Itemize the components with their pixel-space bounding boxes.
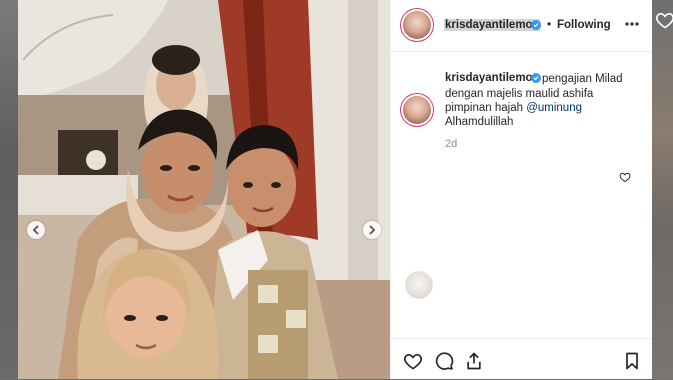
following-button[interactable]: Following <box>557 19 611 31</box>
background-feed-right <box>651 0 673 379</box>
caption-line-2: dengan majelis maulid ashifa <box>445 88 594 100</box>
caption-username[interactable]: krisdayantilemos <box>445 72 539 84</box>
commenter-avatar[interactable] <box>405 271 433 299</box>
post-side-panel: krisdayantilemos • Following krisdayanti… <box>390 0 652 379</box>
verified-badge-icon <box>531 73 541 83</box>
caption-line-3: pimpinan hajah @uminung <box>445 101 645 115</box>
background-feed-left <box>0 0 18 379</box>
caption-text: pengajian Milad dengan majelis maulid as… <box>445 73 645 129</box>
action-bar <box>391 338 652 380</box>
bookmark-icon[interactable] <box>622 351 642 371</box>
caption-line-3-text: pimpinan hajah <box>445 102 527 114</box>
caption-line-4: Alhamdulillah <box>445 116 514 128</box>
share-icon[interactable] <box>464 351 484 371</box>
author-username[interactable]: krisdayantilemos <box>444 19 540 31</box>
caption-author-avatar[interactable] <box>403 96 431 124</box>
post-photo[interactable] <box>18 0 390 379</box>
separator-dot: • <box>547 17 552 31</box>
chevron-left-icon <box>32 225 39 235</box>
author-avatar[interactable] <box>403 11 431 39</box>
heart-icon[interactable] <box>403 351 423 371</box>
chevron-right-icon <box>369 225 376 235</box>
post-header: krisdayantilemos • Following <box>391 0 652 52</box>
previous-photo-button[interactable] <box>27 221 45 239</box>
next-photo-button[interactable] <box>363 221 381 239</box>
photo-illustration <box>18 0 390 379</box>
caption-timestamp[interactable]: 2d <box>445 138 457 150</box>
comment-icon[interactable] <box>434 351 454 371</box>
caption-line-1: pengajian Milad <box>542 73 623 85</box>
verified-badge-icon <box>531 20 541 30</box>
background-heart-icon <box>655 12 673 29</box>
caption-like-icon[interactable] <box>619 171 631 183</box>
mention-link[interactable]: @uminung <box>526 102 582 114</box>
more-options-icon[interactable] <box>625 22 639 26</box>
